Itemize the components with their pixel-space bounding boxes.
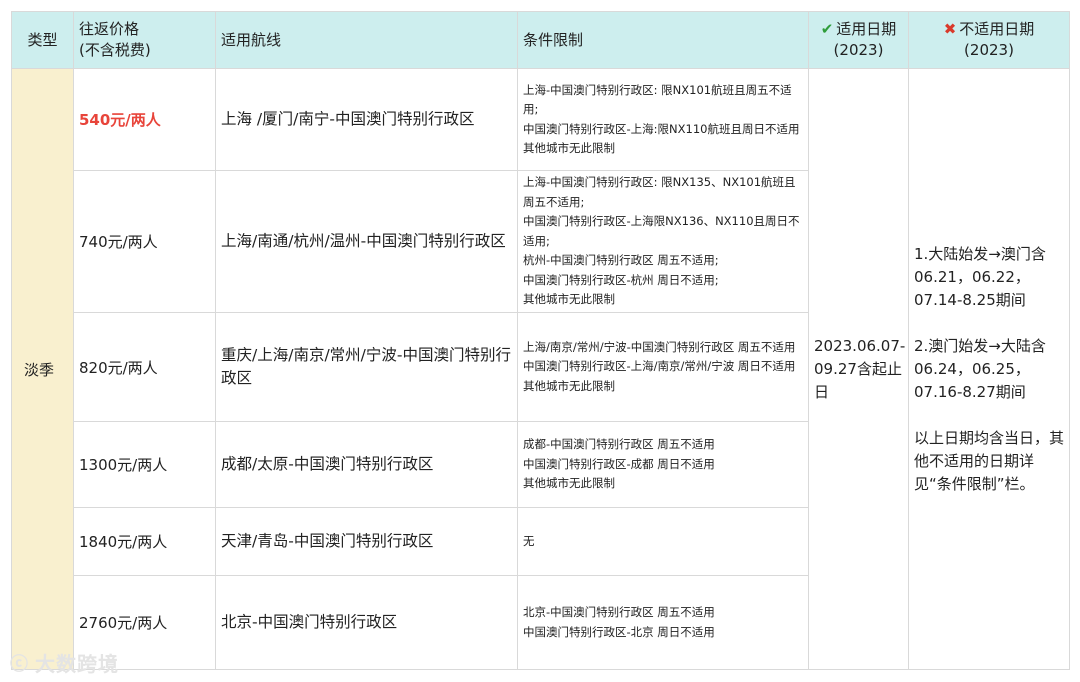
chat-bubble-icon: ⓒ [10,653,29,675]
route-cell: 成都/太原-中国澳门特别行政区 [215,421,518,508]
route-cell: 上海/南通/杭州/温州-中国澳门特别行政区 [215,170,518,313]
fare-table: 类型 往返价格 (不含税费) 适用航线 条件限制 ✔ 适用日期 (2023) ✖ 不… [11,11,1070,670]
header-type: 类型 [11,11,74,69]
price-cell: 820元/两人 [73,312,216,422]
type-cell: 淡季 [11,68,74,670]
header-valid-line2: (2023) [833,41,884,59]
header-invalid-line2: (2023) [964,41,1014,59]
condition-cell: 上海-中国澳门特别行政区: 限NX135、NX101航班且周五不适用; 中国澳门… [517,170,809,313]
route-cell: 北京-中国澳门特别行政区 [215,575,518,670]
header-price-line1: 往返价格 [79,20,140,38]
price-cell: 740元/两人 [73,170,216,313]
route-cell: 上海 /厦门/南宁-中国澳门特别行政区 [215,68,518,171]
route-cell: 天津/青岛-中国澳门特别行政区 [215,507,518,576]
condition-cell: 无 [517,507,809,576]
header-valid-line1: 适用日期 [836,20,897,38]
header-row: 类型 往返价格 (不含税费) 适用航线 条件限制 ✔ 适用日期 (2023) ✖ 不… [11,11,1070,69]
header-price: 往返价格 (不含税费) [73,11,216,69]
header-valid-dates: ✔ 适用日期 (2023) [808,11,909,69]
header-invalid-dates: ✖ 不适用日期 (2023) [908,11,1070,69]
price-cell: 1300元/两人 [73,421,216,508]
header-invalid-line1: 不适用日期 [959,20,1035,38]
price-cell: 1840元/两人 [73,507,216,576]
invalid-dates-cell: 1.大陆始发→澳门含06.21，06.22，07.14-8.25期间 2.澳门始… [908,68,1070,670]
watermark-text: 大数跨境 [35,652,119,676]
table-row: 淡季 540元/两人 上海 /厦门/南宁-中国澳门特别行政区 上海-中国澳门特别… [11,68,1070,670]
cross-icon: ✖ [943,20,957,38]
condition-cell: 成都-中国澳门特别行政区 周五不适用 中国澳门特别行政区-成都 周日不适用 其他… [517,421,809,508]
watermark: ⓒ 大数跨境 [10,648,119,677]
header-route: 适用航线 [215,11,518,69]
valid-dates-cell: 2023.06.07-09.27含起止日 [808,68,909,670]
header-price-line2: (不含税费) [79,41,151,59]
header-condition: 条件限制 [517,11,809,69]
check-icon: ✔ [820,20,834,38]
price-cell: 540元/两人 [73,68,216,171]
condition-cell: 北京-中国澳门特别行政区 周五不适用 中国澳门特别行政区-北京 周日不适用 [517,575,809,670]
condition-cell: 上海-中国澳门特别行政区: 限NX101航班且周五不适用; 中国澳门特别行政区-… [517,68,809,171]
condition-cell: 上海/南京/常州/宁波-中国澳门特别行政区 周五不适用 中国澳门特别行政区-上海… [517,312,809,422]
route-cell: 重庆/上海/南京/常州/宁波-中国澳门特别行政区 [215,312,518,422]
